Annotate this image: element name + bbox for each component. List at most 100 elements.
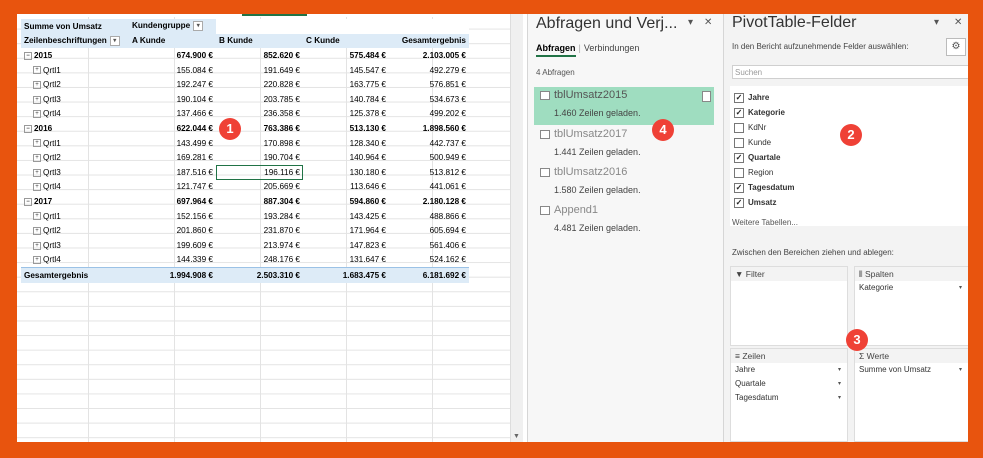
value-cell[interactable]: 887.304 €	[216, 194, 303, 209]
value-cell[interactable]: 205.669 €	[216, 180, 303, 195]
value-cell[interactable]: 169.281 €	[129, 150, 216, 165]
year-label[interactable]: −2015	[21, 48, 129, 63]
tab-connections[interactable]: Verbindungen	[584, 43, 640, 53]
checkbox-checked[interactable]: ✓	[734, 197, 744, 208]
value-cell[interactable]: 2.180.128 €	[389, 194, 469, 209]
value-cell[interactable]: 622.044 €	[129, 121, 216, 136]
value-cell[interactable]: 145.547 €	[303, 63, 389, 78]
value-cell[interactable]: 561.406 €	[389, 238, 469, 253]
value-cell[interactable]: 131.647 €	[303, 253, 389, 268]
value-cell[interactable]: 524.162 €	[389, 253, 469, 268]
checkbox-checked[interactable]: ✓	[734, 152, 744, 163]
field-item-kunde[interactable]: Kunde	[734, 137, 771, 149]
expand-icon[interactable]: +	[33, 256, 41, 265]
tab-queries[interactable]: Abfragen	[536, 43, 576, 57]
values-area[interactable]: Σ Werte Summe von Umsatz ▾	[854, 348, 968, 442]
expand-icon[interactable]: +	[33, 183, 41, 192]
field-item-kategorie[interactable]: ✓ Kategorie	[734, 107, 785, 119]
value-cell[interactable]: 492.279 €	[389, 63, 469, 78]
expand-icon[interactable]: +	[33, 241, 41, 250]
value-cell[interactable]: 193.284 €	[216, 209, 303, 224]
value-cell[interactable]: 248.176 €	[216, 253, 303, 268]
filter-area[interactable]: ▼ Filter	[730, 266, 848, 346]
expand-icon[interactable]: +	[33, 81, 41, 89]
gear-icon[interactable]: ⚙	[946, 38, 966, 56]
value-cell[interactable]: 220.828 €	[216, 77, 303, 92]
expand-icon[interactable]: +	[33, 95, 41, 104]
field-item-kdnr[interactable]: KdNr	[734, 122, 766, 134]
document-icon[interactable]	[702, 91, 711, 102]
value-cell[interactable]: 605.694 €	[389, 223, 469, 238]
values-field-chip[interactable]: Summe von Umsatz ▾	[855, 363, 968, 377]
value-cell[interactable]: 6.181.692 €	[389, 267, 469, 283]
pane-options-icon[interactable]: ▾	[688, 17, 693, 28]
pivot-table[interactable]: Summe von Umsatz Kundengruppe ▾ Zeilenbes…	[21, 19, 469, 283]
value-cell[interactable]: 147.823 €	[303, 238, 389, 253]
value-cell[interactable]: 575.484 €	[303, 48, 389, 63]
field-item-region[interactable]: Region	[734, 167, 773, 179]
quarter-label[interactable]: + Qrtl2	[21, 77, 129, 92]
value-cell[interactable]: 140.784 €	[303, 92, 389, 107]
checkbox-checked[interactable]: ✓	[734, 182, 744, 193]
value-cell[interactable]: 143.425 €	[303, 209, 389, 224]
value-cell[interactable]: 140.964 €	[303, 150, 389, 165]
chevron-down-icon[interactable]: ▾	[838, 391, 841, 405]
worksheet[interactable]: Summe von Umsatz Kundengruppe ▾ Zeilenbes…	[17, 14, 510, 442]
value-cell[interactable]: 152.156 €	[129, 209, 216, 224]
chevron-down-icon[interactable]: ▾	[838, 377, 841, 391]
query-item[interactable]: tblUmsatz2015 1.460 Zeilen geladen.	[534, 87, 714, 125]
checkbox-unchecked[interactable]	[734, 167, 744, 178]
value-cell[interactable]: 213.974 €	[216, 238, 303, 253]
quarter-label[interactable]: + Qrtl2	[21, 150, 129, 165]
value-cell[interactable]: 155.084 €	[129, 63, 216, 78]
checkbox-unchecked[interactable]	[734, 122, 744, 133]
value-cell[interactable]: 1.683.475 €	[303, 267, 389, 283]
query-item[interactable]: Append1 4.481 Zeilen geladen.	[534, 202, 714, 240]
value-cell[interactable]: 500.949 €	[389, 150, 469, 165]
collapse-icon[interactable]: −	[24, 51, 32, 60]
quarter-label[interactable]: + Qrtl3	[21, 92, 129, 107]
expand-icon[interactable]: +	[33, 168, 41, 177]
rows-area[interactable]: ≡ Zeilen Jahre ▾ Quartale ▾ Tagesdatum ▾	[730, 348, 848, 442]
value-cell[interactable]: 441.061 €	[389, 180, 469, 195]
more-tables-link[interactable]: Weitere Tabellen...	[732, 218, 798, 227]
close-icon[interactable]: ✕	[704, 17, 712, 28]
value-cell[interactable]: 442.737 €	[389, 136, 469, 151]
value-cell[interactable]: 576.851 €	[389, 77, 469, 92]
value-cell[interactable]: 191.649 €	[216, 63, 303, 78]
quarter-label[interactable]: + Qrtl2	[21, 223, 129, 238]
close-icon[interactable]: ✕	[954, 17, 962, 28]
checkbox-checked[interactable]: ✓	[734, 92, 744, 103]
expand-icon[interactable]: +	[33, 66, 41, 75]
value-cell[interactable]: 513.812 €	[389, 165, 469, 180]
columns-area[interactable]: ⫴ Spalten Kategorie ▾	[854, 266, 968, 346]
columns-field-chip[interactable]: Kategorie ▾	[855, 281, 968, 295]
value-cell[interactable]: 499.202 €	[389, 107, 469, 122]
value-cell[interactable]: 144.339 €	[129, 253, 216, 268]
quarter-label[interactable]: + Qrtl4	[21, 107, 129, 122]
value-cell[interactable]: 190.104 €	[129, 92, 216, 107]
value-cell[interactable]: 121.747 €	[129, 180, 216, 195]
quarter-label[interactable]: + Qrtl3	[21, 238, 129, 253]
chevron-down-icon[interactable]: ▾	[959, 363, 962, 377]
year-label[interactable]: −2016	[21, 121, 129, 136]
pane-options-icon[interactable]: ▾	[934, 17, 939, 28]
expand-icon[interactable]: +	[33, 153, 41, 162]
value-cell[interactable]: 201.860 €	[129, 223, 216, 238]
query-item[interactable]: tblUmsatz2016 1.580 Zeilen geladen.	[534, 164, 714, 202]
value-cell[interactable]: 594.860 €	[303, 194, 389, 209]
total-label[interactable]: Gesamtergebnis	[21, 267, 129, 283]
value-cell[interactable]: 130.180 €	[303, 165, 389, 180]
quarter-label[interactable]: + Qrtl4	[21, 253, 129, 268]
rows-field-chip[interactable]: Quartale ▾	[731, 377, 847, 391]
expand-icon[interactable]: +	[33, 139, 41, 148]
value-cell[interactable]: 852.620 €	[216, 48, 303, 63]
expand-icon[interactable]: +	[33, 110, 41, 119]
value-cell[interactable]: 125.378 €	[303, 107, 389, 122]
quarter-label[interactable]: + Qrtl4	[21, 180, 129, 195]
scroll-down-icon[interactable]: ▼	[513, 433, 520, 440]
field-item-jahre[interactable]: ✓ Jahre	[734, 92, 769, 104]
rows-field-chip[interactable]: Jahre ▾	[731, 363, 847, 377]
chevron-down-icon[interactable]: ▾	[959, 281, 962, 295]
value-cell[interactable]: 488.866 €	[389, 209, 469, 224]
